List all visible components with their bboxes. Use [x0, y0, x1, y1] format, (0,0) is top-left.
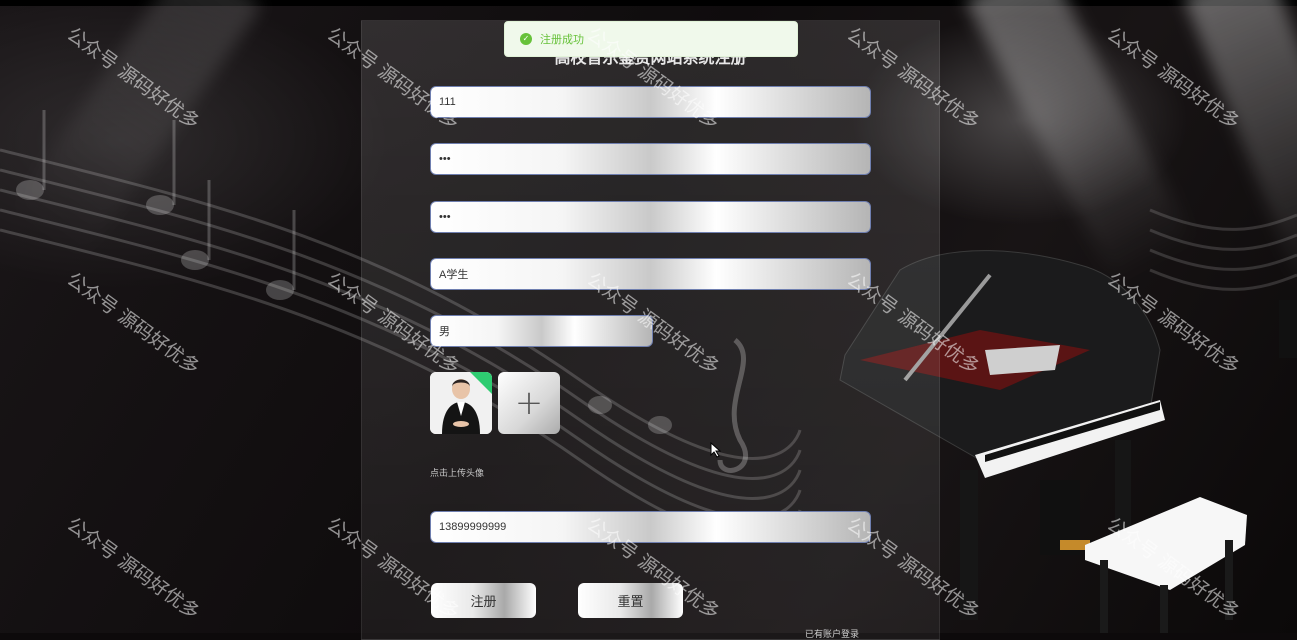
name-input[interactable] [430, 258, 871, 290]
phone-input[interactable] [430, 511, 871, 543]
confirm-password-input[interactable] [430, 201, 871, 233]
login-link[interactable]: 已有账户登录 [805, 627, 859, 640]
uploaded-badge [470, 372, 492, 394]
gender-select[interactable] [430, 315, 653, 347]
plus-icon: + [514, 383, 544, 423]
upload-avatar-button[interactable]: + [498, 372, 560, 434]
reset-button[interactable]: 重置 [578, 583, 683, 618]
username-input[interactable] [430, 86, 871, 118]
success-toast: ✓ 注册成功 [504, 21, 798, 57]
toast-message: 注册成功 [540, 33, 584, 46]
avatar-preview[interactable] [430, 372, 492, 434]
mouse-cursor-icon [710, 442, 722, 458]
password-input[interactable] [430, 143, 871, 175]
register-button[interactable]: 注册 [431, 583, 536, 618]
upload-hint: 点击上传头像 [430, 469, 485, 479]
check-circle-icon: ✓ [520, 33, 532, 45]
side-scroll-tab[interactable] [1279, 300, 1297, 358]
